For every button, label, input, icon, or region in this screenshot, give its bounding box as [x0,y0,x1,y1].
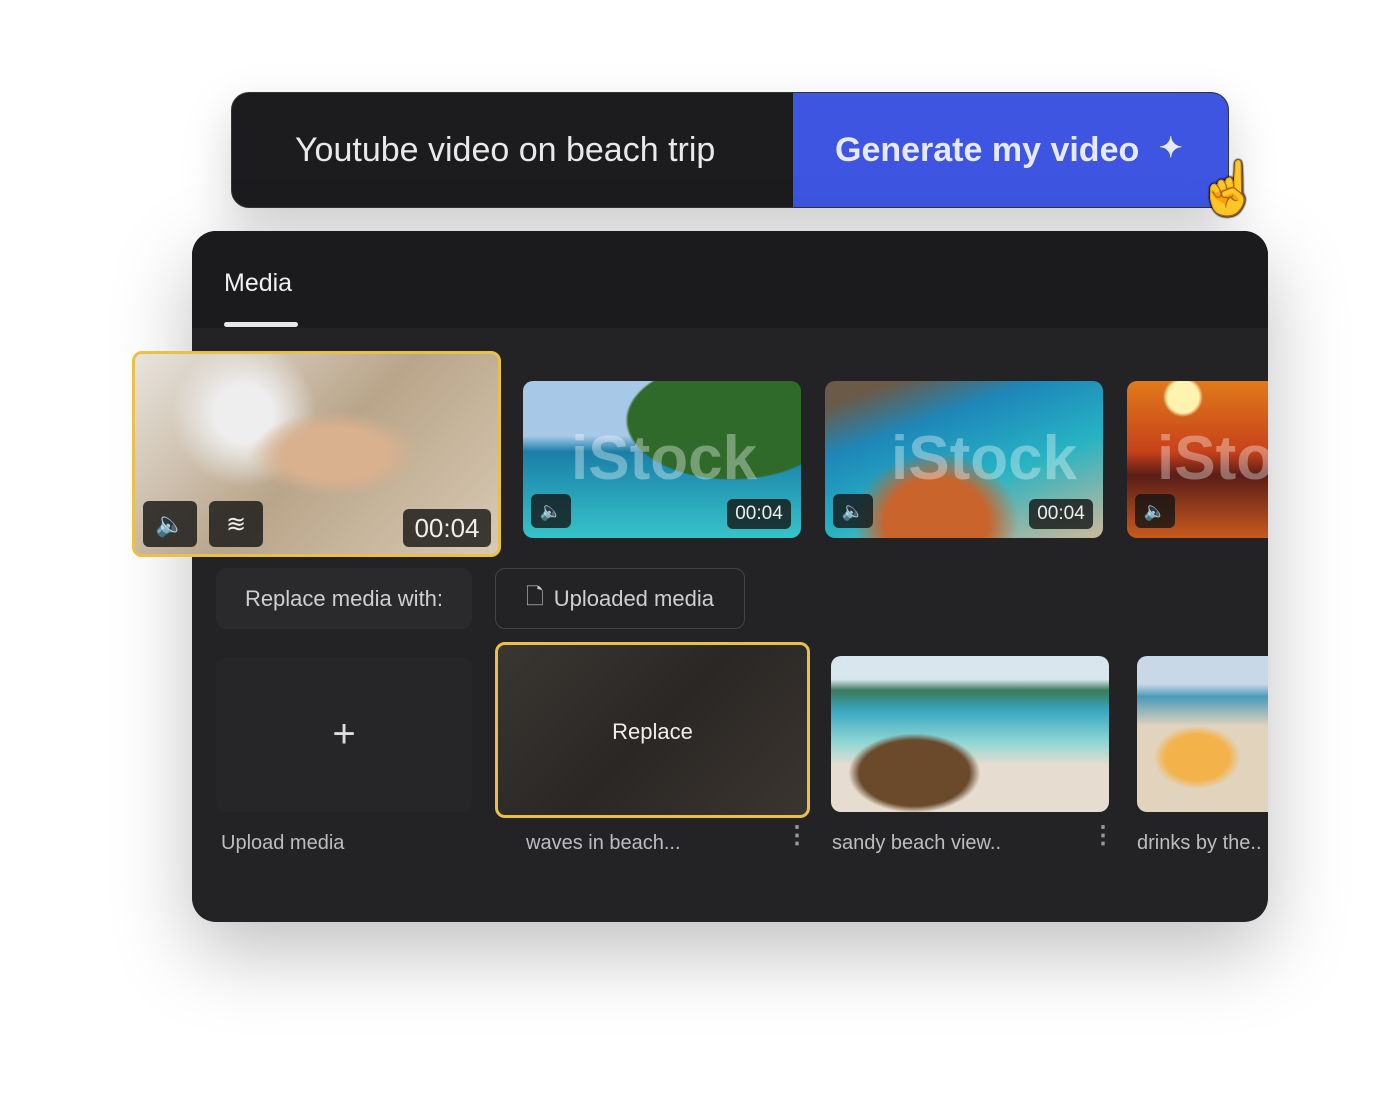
result-title: drinks by the.. [1137,832,1262,854]
watermark: iStock [1157,424,1268,493]
replace-media-text: Replace media with: [244,585,444,611]
panel-header: Media [192,231,1268,328]
watermark: iStock [571,424,758,493]
prompt-input[interactable]: Youtube video on beach trip [295,131,715,170]
result-card[interactable] [831,656,1109,812]
replace-media-label: Replace media with: [216,568,472,629]
clip-duration: 00:04 [403,509,491,547]
result-title: sandy beach view.. [832,832,1001,854]
selected-clip[interactable]: 🔈 ≋ 00:04 [132,351,501,557]
result-title: waves in beach... [526,832,681,854]
clip-duration: 00:04 [1029,499,1093,529]
result-card-selected[interactable]: Replace [495,642,810,818]
volume-icon[interactable]: 🔈 [531,494,571,528]
layers-icon[interactable]: ≋ [209,501,263,547]
sparkle-icon: ✦ [1159,132,1183,163]
result-card[interactable] [1137,656,1268,812]
upload-media-label: Upload media [221,832,345,854]
replace-overlay[interactable]: Replace [498,719,807,745]
generate-video-button[interactable]: Generate my video ✦ [793,93,1228,207]
tab-media[interactable]: Media [224,269,292,298]
uploaded-media-button[interactable]: 🗋 Uploaded media [495,568,745,629]
volume-icon[interactable]: 🔈 [1135,494,1175,528]
more-options-icon[interactable]: ⋮ [1091,824,1115,848]
tab-active-indicator [224,322,298,327]
plus-icon: + [332,712,356,756]
volume-icon[interactable]: 🔈 [833,494,873,528]
prompt-bar: Youtube video on beach trip Generate my … [231,92,1229,208]
watermark: iStock [891,424,1078,493]
clip-card[interactable]: iStock 🔈 00:04 [825,381,1103,538]
uploaded-media-text: Uploaded media [553,585,714,611]
file-upload-icon: 🗋 [526,583,544,609]
generate-button-label: Generate my video [835,131,1140,169]
clip-duration: 00:04 [727,499,791,529]
media-content: 🔈 ≋ 00:04 iStock 🔈 00:04 iStock 🔈 00:04 … [0,330,1268,890]
more-options-icon[interactable]: ⋮ [785,824,809,848]
volume-icon[interactable]: 🔈 [143,501,197,547]
clip-card[interactable]: iStock 🔈 00:04 [523,381,801,538]
hand-cursor-icon: ☝ [1196,160,1261,218]
clip-card[interactable]: iStock 🔈 [1127,381,1268,538]
upload-media-tile[interactable]: + [216,657,472,812]
